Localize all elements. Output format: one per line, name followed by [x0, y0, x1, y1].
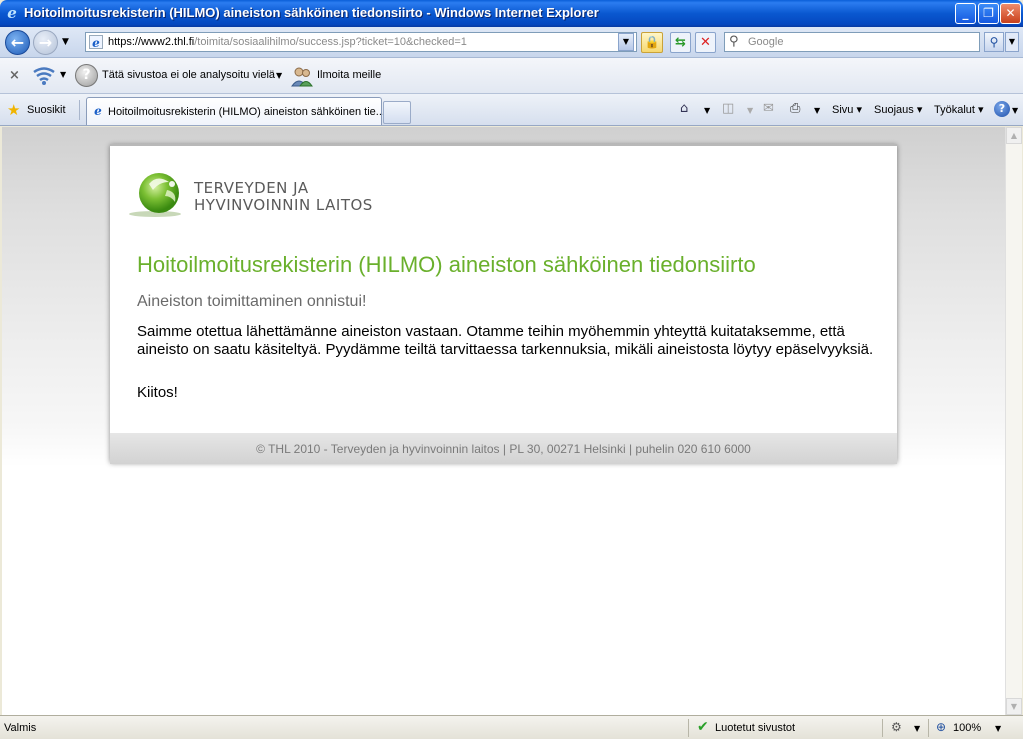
zoom-dropdown-icon[interactable]: ▼ — [995, 724, 1001, 733]
lock-icon[interactable]: 🔒 — [641, 32, 663, 53]
help-dropdown-icon[interactable]: ▼ — [1012, 106, 1018, 115]
scroll-up-button[interactable]: ▲ — [1006, 127, 1022, 144]
address-dropdown-icon[interactable]: ▼ — [618, 33, 634, 51]
address-toolbar: ← → ▼ e https://www2.thl.fi/toimita/sosi… — [0, 27, 1023, 58]
url-host: https://www2.thl.fi — [108, 36, 195, 48]
new-tab-button[interactable] — [383, 101, 411, 124]
refresh-button[interactable]: ⇆ — [670, 32, 691, 53]
minimize-button[interactable]: _ — [955, 3, 976, 24]
tools-menu-label: Työkalut — [934, 104, 975, 116]
print-dropdown-icon[interactable]: ▼ — [814, 106, 820, 115]
thl-logo-icon — [129, 173, 181, 217]
divider — [882, 719, 883, 737]
divider — [79, 100, 80, 120]
thanks-text: Kiitos! — [137, 384, 178, 401]
vertical-scrollbar[interactable]: ▲ ▼ — [1005, 127, 1022, 715]
home-icon[interactable]: ⌂ — [680, 101, 688, 116]
page-menu[interactable]: Sivu ▾ — [832, 103, 862, 116]
home-dropdown-icon[interactable]: ▼ — [704, 106, 710, 115]
success-subtitle: Aineiston toimittaminen onnistui! — [137, 293, 367, 310]
divider — [928, 719, 929, 737]
stop-button[interactable]: ✕ — [695, 32, 716, 53]
feed-icon[interactable]: ◫ — [722, 101, 734, 116]
content-card: TERVEYDEN JA HYVINVOINNIN LAITOS Hoitoil… — [110, 144, 897, 464]
url-text[interactable]: https://www2.thl.fi/toimita/sosiaalihilm… — [108, 36, 467, 48]
feed-dropdown-icon[interactable]: ▼ — [747, 106, 753, 115]
zoom-level[interactable]: 100% — [953, 722, 981, 734]
maximize-button[interactable]: ❐ — [978, 3, 999, 24]
logo-text-line1: TERVEYDEN JA — [194, 179, 309, 197]
mail-icon[interactable]: ✉ — [763, 101, 774, 116]
divider — [688, 719, 689, 737]
page-viewport: TERVEYDEN JA HYVINVOINNIN LAITOS Hoitoil… — [2, 127, 1005, 715]
report-link[interactable]: Ilmoita meille — [317, 69, 381, 81]
page-menu-label: Sivu — [832, 104, 854, 116]
page-title: Hoitoilmoitusrekisterin (HILMO) aineisto… — [137, 252, 756, 277]
logo-text-line2: HYVINVOINNIN LAITOS — [194, 196, 373, 214]
search-placeholder: Google — [748, 36, 784, 48]
analysis-status-text[interactable]: Tätä sivustoa ei ole analysoitu vielä — [102, 69, 275, 81]
protected-mode-icon[interactable]: ⚙ — [891, 720, 902, 734]
favorites-star-icon[interactable]: ★ — [7, 101, 20, 119]
print-icon[interactable]: ⎙ — [790, 101, 800, 116]
help-icon[interactable]: ? — [994, 101, 1010, 117]
tab-active[interactable]: e Hoitoilmoitusrekisterin (HILMO) aineis… — [86, 97, 385, 125]
search-options-dropdown-icon[interactable]: ▼ — [1005, 32, 1019, 52]
status-text: Valmis — [4, 722, 37, 734]
page-icon: e — [94, 104, 102, 118]
footer-text: © THL 2010 - Terveyden ja hyvinvoinnin l… — [256, 442, 751, 456]
check-icon: ✔ — [697, 719, 709, 735]
window-title: Hoitoilmoitusrekisterin (HILMO) aineisto… — [24, 5, 599, 20]
safety-menu[interactable]: Suojaus ▾ — [874, 103, 922, 116]
forward-button[interactable]: → — [33, 30, 58, 55]
window-title-bar[interactable]: e Hoitoilmoitusrekisterin (HILMO) aineis… — [0, 0, 1023, 27]
search-input[interactable]: ⚲ Google — [724, 32, 980, 52]
report-users-icon[interactable] — [290, 64, 314, 88]
success-message: Saimme otettua lähettämänne aineiston va… — [137, 323, 874, 358]
page-footer: © THL 2010 - Terveyden ja hyvinvoinnin l… — [110, 433, 897, 464]
url-path: /toimita/sosiaalihilmo/success.jsp?ticke… — [194, 36, 467, 48]
page-icon: e — [89, 35, 103, 50]
zoom-icon[interactable]: ⊕ — [936, 720, 946, 734]
tab-bar: ★ Suosikit e Hoitoilmoitusrekisterin (HI… — [0, 94, 1023, 126]
history-dropdown-icon[interactable]: ▼ — [62, 37, 74, 49]
address-input[interactable]: e https://www2.thl.fi/toimita/sosiaalihi… — [85, 32, 637, 52]
close-window-button[interactable]: ✕ — [1000, 3, 1021, 24]
tab-label: Hoitoilmoitusrekisterin (HILMO) aineisto… — [108, 106, 385, 118]
shield-dropdown-icon[interactable]: ▼ — [60, 70, 66, 79]
favorites-button[interactable]: Suosikit — [27, 104, 66, 116]
analysis-dropdown-icon[interactable]: ▼ — [276, 71, 282, 80]
close-toolbar-icon[interactable]: × — [9, 68, 20, 83]
ie-logo-icon: e — [7, 4, 17, 22]
security-zone[interactable]: Luotetut sivustot — [715, 722, 795, 734]
search-button[interactable]: ⚲ — [984, 32, 1004, 52]
scroll-down-button[interactable]: ▼ — [1006, 698, 1022, 715]
safety-menu-label: Suojaus — [874, 104, 914, 116]
status-bar: Valmis ✔ Luotetut sivustot ⚙ ▼ ⊕ 100% ▼ — [0, 715, 1023, 739]
search-icon: ⚲ — [729, 34, 739, 49]
tools-menu[interactable]: Työkalut ▾ — [934, 103, 984, 116]
protected-mode-dropdown-icon[interactable]: ▼ — [914, 724, 920, 733]
wifi-shield-icon[interactable] — [32, 66, 56, 86]
back-button[interactable]: ← — [5, 30, 30, 55]
analysis-toolbar: × ▼ ? Tätä sivustoa ei ole analysoitu vi… — [0, 58, 1023, 94]
question-icon[interactable]: ? — [75, 64, 98, 87]
